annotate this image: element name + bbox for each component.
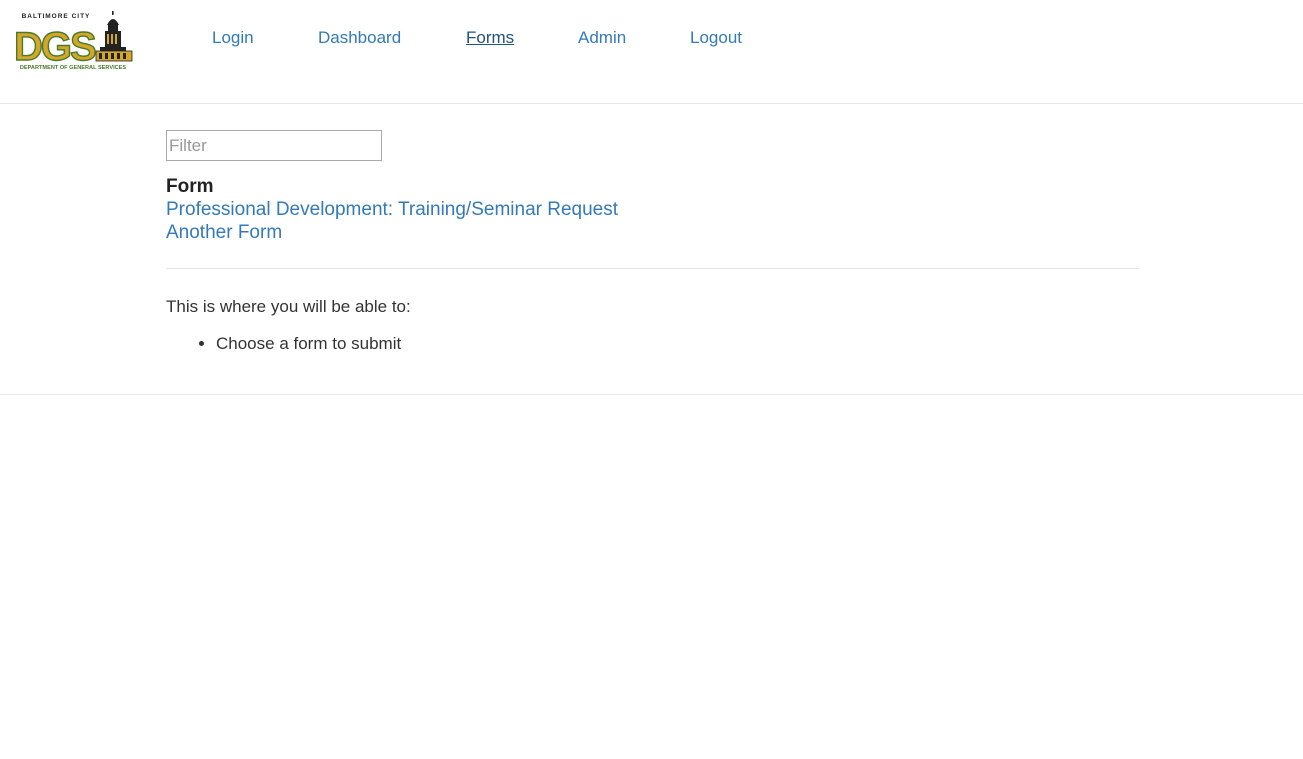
- nav-dashboard-link[interactable]: Dashboard: [318, 28, 401, 48]
- section-divider: [166, 268, 1139, 269]
- logo-bottom-text: DEPARTMENT OF GENERAL SERVICES: [20, 65, 127, 71]
- list-item: Choose a form to submit: [216, 334, 401, 354]
- form-link-professional-development[interactable]: Professional Development: Training/Semin…: [166, 199, 618, 221]
- nav-admin-link[interactable]: Admin: [578, 28, 626, 48]
- capabilities-list: Choose a form to submit: [166, 334, 401, 354]
- logo-top-text: BALTIMORE CITY: [22, 13, 91, 20]
- site-header: BALTIMORE CITY DGS DEPARTMENT OF GENERAL: [0, 0, 1303, 104]
- nav-logout-link[interactable]: Logout: [690, 28, 742, 48]
- nav-login-link[interactable]: Login: [212, 28, 254, 48]
- dgs-logo[interactable]: BALTIMORE CITY DGS DEPARTMENT OF GENERAL: [14, 9, 134, 71]
- filter-input[interactable]: [166, 130, 382, 161]
- city-hall-icon: [95, 11, 133, 62]
- nav-forms-link[interactable]: Forms: [466, 28, 514, 48]
- form-link-another-form[interactable]: Another Form: [166, 222, 282, 244]
- intro-text: This is where you will be able to:: [166, 297, 411, 316]
- form-column-heading: Form: [166, 176, 214, 197]
- logo-main-text: DGS: [14, 25, 96, 69]
- main-content: Form Professional Development: Training/…: [0, 104, 1303, 395]
